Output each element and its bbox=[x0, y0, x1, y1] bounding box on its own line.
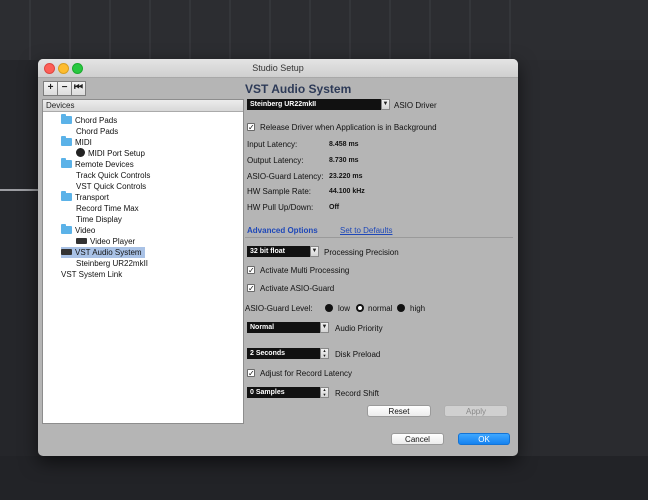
asio-guard-latency-value: 23.220 ms bbox=[329, 173, 363, 180]
processing-precision-select[interactable]: 32 bit float bbox=[247, 246, 310, 257]
midi-port-icon bbox=[76, 148, 85, 157]
devices-header: Devices bbox=[43, 100, 243, 112]
output-latency-label: Output Latency: bbox=[247, 156, 304, 165]
daw-bottom-area bbox=[0, 456, 648, 500]
tree-item-record-time-max[interactable]: Record Time Max bbox=[76, 203, 139, 214]
audio-priority-label: Audio Priority bbox=[335, 324, 383, 333]
asio-driver-label: ASIO Driver bbox=[394, 101, 437, 110]
guard-level-low-label: low bbox=[338, 304, 351, 313]
adjust-latency-label: Adjust for Record Latency bbox=[260, 369, 353, 378]
asio-guard-level-label: ASIO-Guard Level: bbox=[245, 304, 313, 313]
window-title: Studio Setup bbox=[252, 63, 304, 73]
input-latency-value: 8.458 ms bbox=[329, 141, 359, 148]
tree-item-chord-pads[interactable]: Chord Pads bbox=[76, 126, 118, 137]
adjust-latency-checkbox[interactable]: ✓ bbox=[247, 369, 255, 378]
title-bar[interactable]: Studio Setup bbox=[38, 59, 518, 78]
disk-preload-field[interactable]: 2 Seconds bbox=[247, 348, 320, 359]
device-toolbar: + − ⏮ bbox=[43, 81, 86, 96]
multi-processing-label: Activate Multi Processing bbox=[260, 266, 350, 275]
tree-item-transport-folder[interactable]: Transport bbox=[61, 191, 109, 203]
chevron-down-icon[interactable]: ▼ bbox=[310, 246, 319, 257]
chevron-down-icon[interactable]: ▼ bbox=[320, 322, 329, 333]
tree-item-video-player[interactable]: Video Player bbox=[76, 236, 135, 247]
disk-preload-label: Disk Preload bbox=[335, 350, 381, 359]
guard-level-high-radio[interactable] bbox=[397, 304, 405, 312]
record-shift-field[interactable]: 0 Samples bbox=[247, 387, 320, 398]
reset-device-button[interactable]: ⏮ bbox=[71, 81, 86, 96]
tree-item-midi-port-setup[interactable]: MIDI Port Setup bbox=[76, 148, 145, 159]
audio-priority-select[interactable]: Normal bbox=[247, 322, 320, 333]
folder-icon bbox=[61, 224, 72, 234]
asio-guard-latency-label: ASIO-Guard Latency: bbox=[247, 172, 324, 181]
output-latency-value: 8.730 ms bbox=[329, 157, 359, 164]
ok-button[interactable]: OK bbox=[458, 433, 510, 445]
daw-right-area bbox=[518, 60, 648, 460]
guard-level-normal-radio[interactable] bbox=[356, 304, 364, 312]
disk-preload-stepper[interactable]: ▲ ▼ bbox=[320, 348, 329, 359]
tree-item-chord-pads-folder[interactable]: Chord Pads bbox=[61, 114, 117, 126]
chevron-down-icon[interactable]: ▼ bbox=[381, 99, 390, 110]
tree-item-remote-devices-folder[interactable]: Remote Devices bbox=[61, 158, 134, 170]
cancel-button[interactable]: Cancel bbox=[391, 433, 444, 445]
tree-item-vst-system-link[interactable]: VST System Link bbox=[61, 269, 122, 280]
input-latency-label: Input Latency: bbox=[247, 140, 298, 149]
tree-item-time-display[interactable]: Time Display bbox=[76, 214, 122, 225]
vst-audio-icon bbox=[61, 249, 72, 255]
tree-item-track-quick-controls[interactable]: Track Quick Controls bbox=[76, 170, 150, 181]
release-driver-checkbox[interactable]: ✓ bbox=[247, 123, 255, 132]
apply-button[interactable]: Apply bbox=[444, 405, 508, 417]
folder-icon bbox=[61, 114, 72, 124]
video-player-icon bbox=[76, 238, 87, 244]
record-shift-label: Record Shift bbox=[335, 389, 380, 398]
folder-icon bbox=[61, 136, 72, 146]
multi-processing-checkbox[interactable]: ✓ bbox=[247, 266, 255, 275]
hw-pull-label: HW Pull Up/Down: bbox=[247, 203, 314, 212]
hw-sample-rate-value: 44.100 kHz bbox=[329, 188, 365, 195]
record-shift-stepper[interactable]: ▲ ▼ bbox=[320, 387, 329, 398]
set-to-defaults-link[interactable]: Set to Defaults bbox=[340, 226, 392, 235]
guard-level-normal-label: normal bbox=[368, 304, 393, 313]
asio-guard-checkbox[interactable]: ✓ bbox=[247, 284, 255, 293]
guard-level-high-label: high bbox=[410, 304, 426, 313]
tree-item-vst-audio-system[interactable]: VST Audio System bbox=[61, 247, 145, 258]
asio-driver-select[interactable]: Steinberg UR22mkII bbox=[247, 99, 381, 110]
panel-title: VST Audio System bbox=[245, 82, 352, 96]
studio-setup-window: Studio Setup + − ⏮ Devices Chord Pads Ch… bbox=[38, 59, 518, 456]
hw-pull-value: Off bbox=[329, 204, 340, 211]
devices-panel: Devices Chord Pads Chord Pads MIDI MIDI … bbox=[42, 99, 244, 424]
release-driver-label: Release Driver when Application is in Ba… bbox=[260, 123, 437, 132]
tree-item-steinberg-ur22mkii[interactable]: Steinberg UR22mkII bbox=[76, 258, 148, 269]
reset-button[interactable]: Reset bbox=[367, 405, 431, 417]
folder-icon bbox=[61, 158, 72, 168]
folder-icon bbox=[61, 191, 72, 201]
options-divider bbox=[245, 237, 513, 238]
tree-item-midi-folder[interactable]: MIDI bbox=[61, 136, 92, 148]
tree-item-vst-quick-controls[interactable]: VST Quick Controls bbox=[76, 181, 146, 192]
tab-advanced-options[interactable]: Advanced Options bbox=[247, 226, 318, 235]
tree-item-video-folder[interactable]: Video bbox=[61, 224, 95, 236]
guard-level-low-radio[interactable] bbox=[325, 304, 333, 312]
hw-sample-rate-label: HW Sample Rate: bbox=[247, 187, 312, 196]
add-device-button[interactable]: + bbox=[43, 81, 58, 96]
asio-guard-label: Activate ASIO-Guard bbox=[260, 284, 335, 293]
remove-device-button[interactable]: − bbox=[57, 81, 72, 96]
processing-precision-label: Processing Precision bbox=[324, 248, 399, 257]
